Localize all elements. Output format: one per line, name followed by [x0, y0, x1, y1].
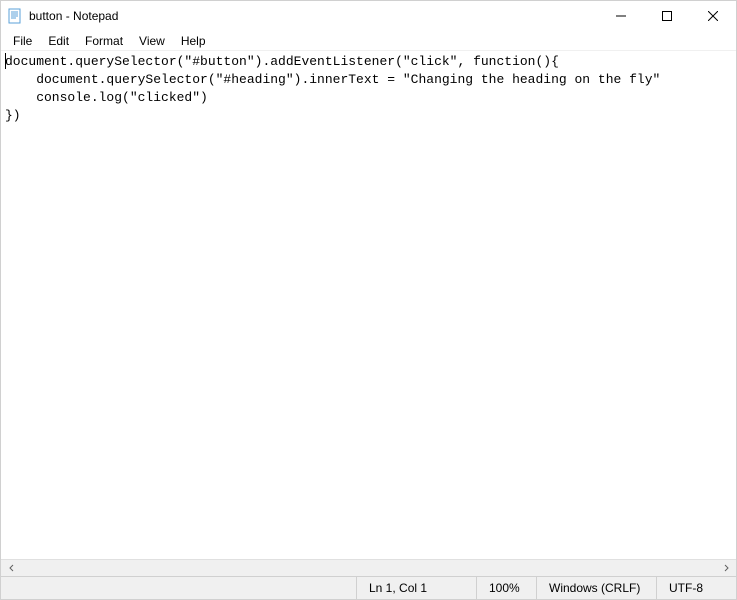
- window-controls: [598, 1, 736, 31]
- status-encoding: UTF-8: [656, 577, 736, 599]
- notepad-icon: [7, 8, 23, 24]
- status-cursor-position: Ln 1, Col 1: [356, 577, 476, 599]
- minimize-button[interactable]: [598, 1, 644, 31]
- close-icon: [708, 11, 718, 21]
- scroll-left-icon[interactable]: [3, 561, 20, 576]
- text-editor[interactable]: document.querySelector("#button").addEve…: [1, 51, 736, 559]
- statusbar: Ln 1, Col 1 100% Windows (CRLF) UTF-8: [1, 576, 736, 599]
- menu-help[interactable]: Help: [173, 32, 214, 50]
- status-zoom: 100%: [476, 577, 536, 599]
- close-button[interactable]: [690, 1, 736, 31]
- window-title: button - Notepad: [29, 9, 598, 23]
- maximize-button[interactable]: [644, 1, 690, 31]
- text-caret: [5, 53, 6, 69]
- minimize-icon: [616, 11, 626, 21]
- scroll-right-icon[interactable]: [717, 561, 734, 576]
- horizontal-scrollbar[interactable]: [1, 559, 736, 576]
- menu-format[interactable]: Format: [77, 32, 131, 50]
- status-line-ending: Windows (CRLF): [536, 577, 656, 599]
- menu-view[interactable]: View: [131, 32, 173, 50]
- titlebar: button - Notepad: [1, 1, 736, 31]
- editor-content: document.querySelector("#button").addEve…: [5, 53, 732, 125]
- menu-file[interactable]: File: [5, 32, 40, 50]
- menubar: File Edit Format View Help: [1, 31, 736, 51]
- maximize-icon: [662, 11, 672, 21]
- menu-edit[interactable]: Edit: [40, 32, 77, 50]
